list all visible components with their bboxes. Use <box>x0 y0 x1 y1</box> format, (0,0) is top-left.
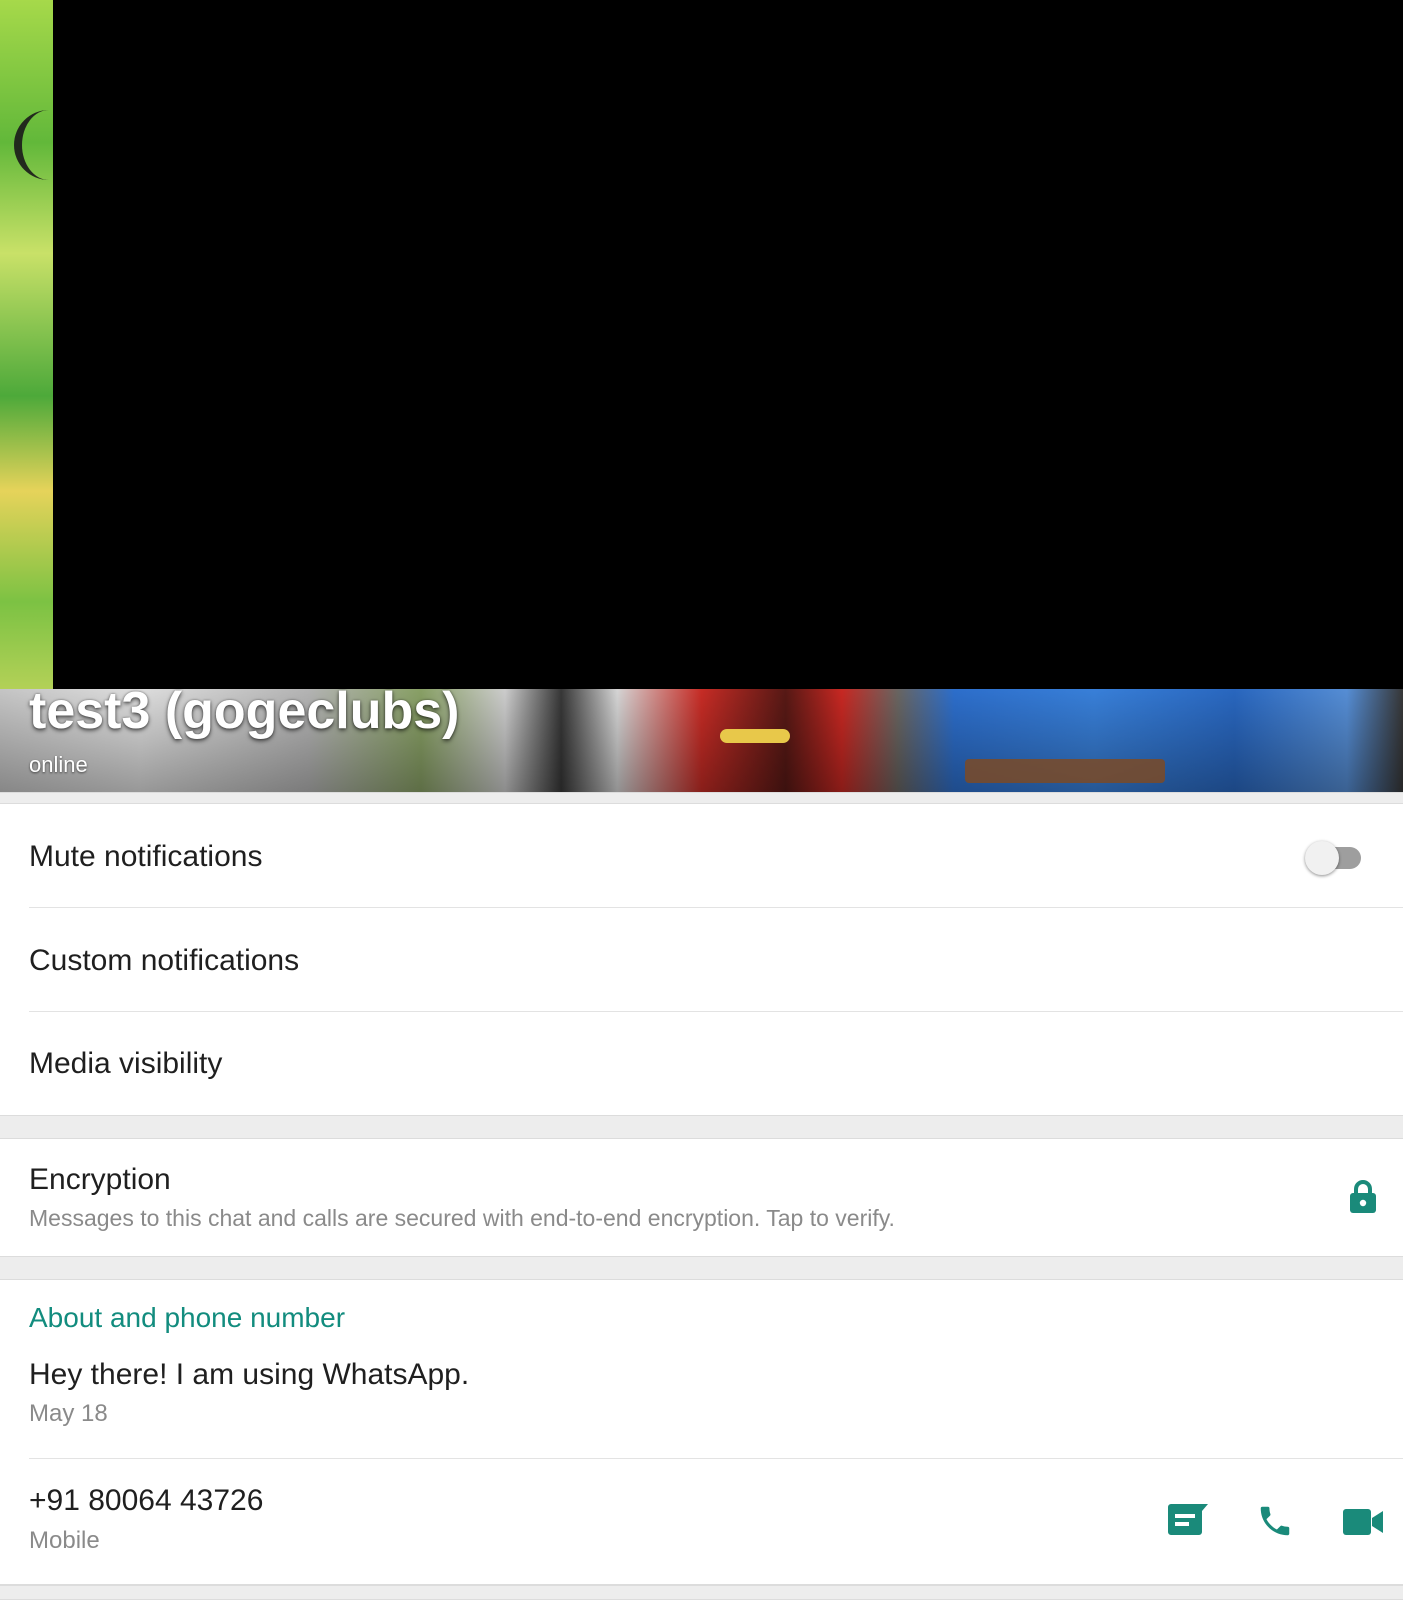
contact-name: test3 (gogeclubs) <box>29 682 460 740</box>
about-text: Hey there! I am using WhatsApp. <box>29 1358 470 1391</box>
profile-photo-header[interactable]: test3 (gogeclubs) online <box>0 0 1403 792</box>
section-gap <box>0 1256 1403 1280</box>
mute-notifications-toggle[interactable] <box>1305 841 1365 875</box>
phone-call-icon[interactable] <box>1256 1502 1294 1540</box>
encryption-description: Messages to this chat and calls are secu… <box>29 1205 895 1231</box>
encryption-row[interactable]: Encryption Messages to this chat and cal… <box>0 1139 1403 1256</box>
media-visibility-row[interactable]: Media visibility <box>0 1012 1403 1115</box>
encryption-title: Encryption <box>29 1163 171 1196</box>
phone-number: +91 80064 43726 <box>29 1484 264 1517</box>
contact-status: online <box>29 752 88 777</box>
video-call-icon[interactable] <box>1342 1508 1384 1536</box>
custom-notifications-label: Custom notifications <box>29 944 300 977</box>
toggle-thumb <box>1305 841 1339 875</box>
section-gap <box>0 1115 1403 1139</box>
about-date: May 18 <box>29 1400 108 1427</box>
about-section-title: About and phone number <box>29 1302 346 1333</box>
lock-icon <box>1350 1180 1376 1213</box>
about-text-row[interactable]: Hey there! I am using WhatsApp. May 18 <box>0 1340 1403 1440</box>
message-icon[interactable] <box>1166 1503 1210 1539</box>
media-visibility-label: Media visibility <box>29 1047 223 1080</box>
custom-notifications-row[interactable]: Custom notifications <box>0 908 1403 1011</box>
mute-notifications-label: Mute notifications <box>29 840 263 873</box>
phone-type: Mobile <box>29 1527 100 1554</box>
section-gap <box>0 792 1403 804</box>
photo-blacked-out-area <box>53 0 1403 689</box>
mute-notifications-row[interactable]: Mute notifications <box>0 804 1403 907</box>
photo-detail-bracelet <box>720 729 790 743</box>
photo-left-strip <box>0 0 53 792</box>
photo-detail-belt <box>965 759 1165 783</box>
section-gap <box>0 1585 1403 1600</box>
